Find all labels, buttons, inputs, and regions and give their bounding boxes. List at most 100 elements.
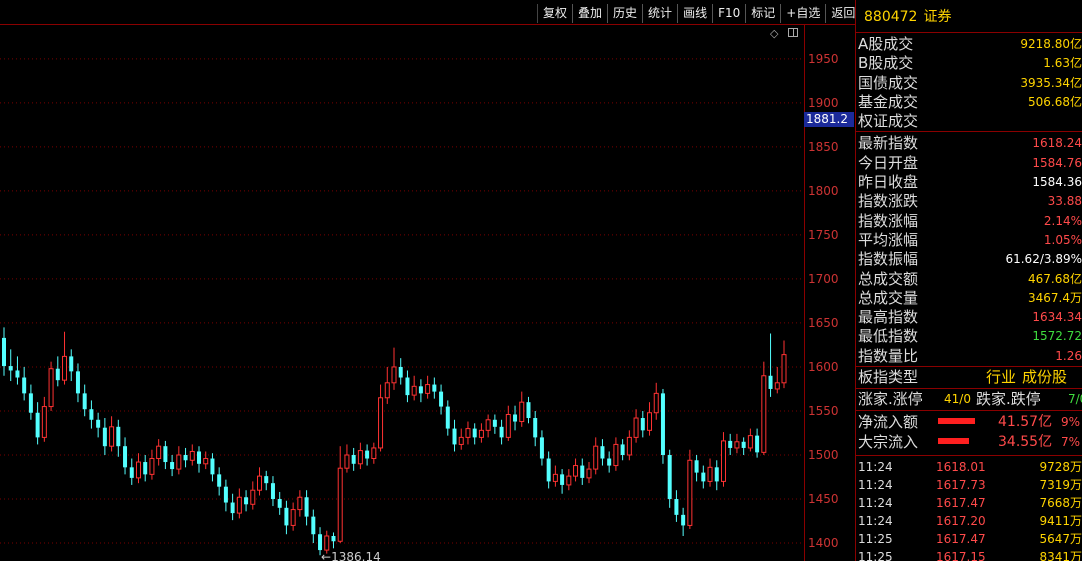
candle-body bbox=[768, 375, 773, 389]
candle bbox=[701, 465, 706, 489]
candle-body bbox=[647, 412, 653, 431]
candle bbox=[391, 347, 397, 390]
toolbar-button[interactable]: +自选 bbox=[780, 4, 825, 23]
candle-body bbox=[439, 391, 444, 407]
volume-row-label: 基金成交 bbox=[858, 92, 919, 111]
candle-body bbox=[384, 382, 390, 399]
candle-body bbox=[728, 440, 733, 448]
decline-value: 7/0 bbox=[1068, 392, 1082, 407]
candle bbox=[694, 454, 699, 482]
stat-row: 最低指数 1572.72 bbox=[856, 327, 1082, 346]
candle bbox=[22, 366, 27, 401]
candle bbox=[626, 430, 632, 461]
candle bbox=[465, 421, 471, 445]
candle bbox=[734, 433, 740, 454]
candle-body bbox=[445, 406, 450, 429]
candle bbox=[344, 444, 350, 473]
candle-body bbox=[311, 516, 316, 535]
candle-body bbox=[432, 384, 437, 392]
candle bbox=[290, 502, 296, 531]
candle bbox=[573, 458, 579, 482]
candle bbox=[660, 388, 665, 464]
index-type-industry[interactable]: 行业 bbox=[986, 367, 1016, 388]
candle bbox=[170, 454, 175, 477]
toolbar-button[interactable]: 返回 bbox=[825, 4, 855, 23]
candle-body bbox=[600, 446, 605, 459]
candle bbox=[96, 412, 101, 438]
toolbar-button[interactable]: F10 bbox=[712, 4, 745, 23]
stat-row-label: 总成交量 bbox=[858, 288, 919, 307]
candle bbox=[357, 442, 363, 470]
y-tick-label: 1500 bbox=[808, 447, 839, 462]
toolbar-button[interactable]: 画线 bbox=[677, 4, 712, 23]
tick-vol: 7668万 bbox=[1039, 496, 1082, 511]
volume-row: 国债成交 3935.34亿 bbox=[856, 74, 1082, 93]
candle bbox=[371, 442, 377, 464]
candle-body bbox=[781, 354, 787, 384]
candle bbox=[35, 402, 40, 445]
tick-list[interactable]: 11:24 1618.01 9728万 11:24 1617.73 7319万 11:24 1… bbox=[856, 456, 1082, 561]
toolbar-button[interactable]: 复权 bbox=[537, 4, 572, 23]
volume-row-value: 506.68亿 bbox=[1028, 94, 1082, 109]
candle bbox=[176, 446, 182, 475]
candle bbox=[458, 428, 464, 450]
candle-body bbox=[129, 467, 134, 478]
advance-decline-row: 涨家.涨停 41/0 跌家.跌停 7/0 bbox=[856, 389, 1082, 410]
toolbar-button[interactable]: 叠加 bbox=[572, 4, 607, 23]
stat-row-value: 61.62/3.89% bbox=[1005, 252, 1082, 267]
candle bbox=[513, 405, 518, 431]
candle bbox=[183, 447, 188, 468]
toolbar-button[interactable]: 统计 bbox=[642, 4, 677, 23]
candle bbox=[62, 331, 68, 385]
stat-row-label: 平均涨幅 bbox=[858, 230, 919, 249]
index-type-components[interactable]: 成份股 bbox=[1022, 367, 1067, 388]
fund-flow-amount: 41.57亿 bbox=[998, 414, 1053, 431]
candle bbox=[203, 451, 209, 470]
stat-row-label: 指数涨跌 bbox=[858, 192, 919, 211]
stat-row-value: 467.68亿 bbox=[1028, 271, 1082, 286]
chart-top-border bbox=[0, 24, 855, 25]
candle-body bbox=[2, 337, 6, 367]
candle-body bbox=[82, 393, 87, 410]
candle-body bbox=[681, 514, 686, 526]
candle-body bbox=[48, 368, 54, 408]
candle bbox=[217, 467, 222, 496]
toolbar-button[interactable]: 标记 bbox=[745, 4, 780, 23]
kline-chart-area[interactable]: 复权 叠加 历史 统计 画线 F10 标记 +自选 返回 ◇ 1950 1900 1850 1800 1… bbox=[0, 0, 855, 561]
candle bbox=[707, 458, 713, 487]
tick-time: 11:24 bbox=[858, 460, 893, 475]
kline-chart[interactable] bbox=[0, 0, 855, 561]
candle bbox=[620, 439, 625, 461]
candle-body bbox=[660, 393, 665, 455]
stat-row-label: 今日开盘 bbox=[858, 153, 919, 172]
candle bbox=[747, 428, 753, 452]
candle-body bbox=[277, 499, 282, 508]
candle-body bbox=[331, 535, 336, 542]
candle bbox=[505, 405, 511, 441]
candle-body bbox=[149, 458, 155, 475]
candle-body bbox=[573, 465, 579, 477]
candle bbox=[439, 384, 444, 415]
candle-body bbox=[324, 535, 330, 551]
candle-body bbox=[223, 486, 228, 503]
candle bbox=[613, 437, 619, 471]
stat-row: 今日开盘 1584.76 bbox=[856, 154, 1082, 173]
y-tick-label: 1950 bbox=[808, 51, 839, 66]
candle-body bbox=[465, 428, 471, 438]
panel-toggle-icon[interactable] bbox=[788, 28, 798, 37]
toolbar-button[interactable]: 历史 bbox=[607, 4, 642, 23]
candle-body bbox=[28, 393, 33, 413]
y-tick-label: 1900 bbox=[808, 95, 839, 110]
candle bbox=[116, 419, 121, 457]
candle-body bbox=[351, 454, 356, 464]
diamond-icon[interactable]: ◇ bbox=[770, 27, 778, 40]
candle-body bbox=[552, 473, 558, 482]
candle bbox=[244, 490, 249, 512]
stat-row-value: 1634.34 bbox=[1032, 310, 1082, 325]
candle-body bbox=[96, 419, 101, 428]
fund-flow-list: 净流入额 41.57亿 9% 大宗流入 34.55亿 7% bbox=[856, 411, 1082, 452]
volume-row-label: B股成交 bbox=[858, 54, 914, 73]
candle bbox=[257, 467, 263, 496]
candle bbox=[405, 370, 410, 403]
candle-body bbox=[35, 412, 40, 438]
